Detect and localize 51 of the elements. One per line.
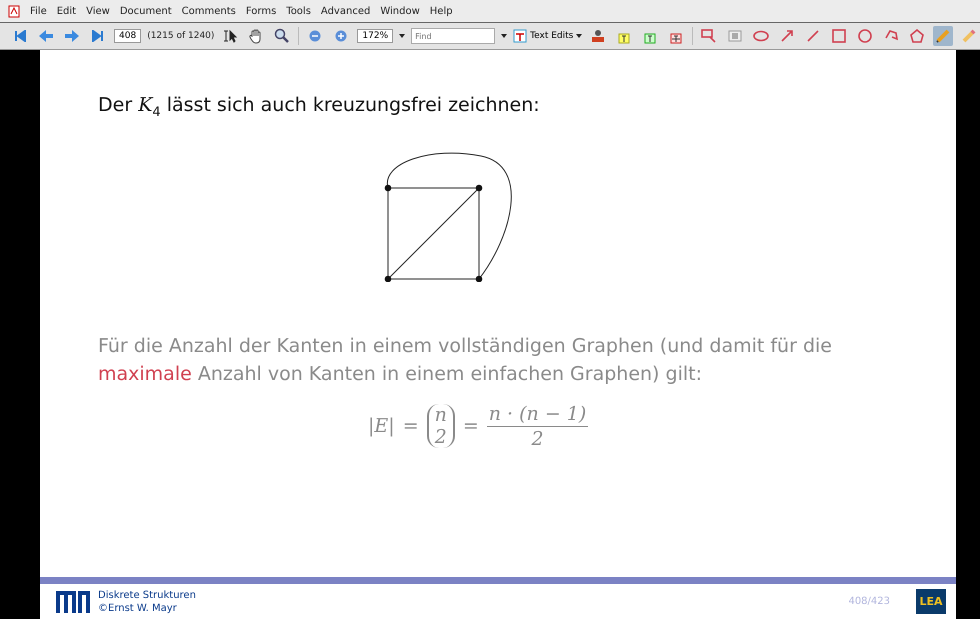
slide-heading: Der K$_{4}$ lässt sich auch kreuzungsfrei zeichnen: — [98, 94, 541, 120]
lea-logo: LEA — [916, 589, 946, 614]
text-box-icon — [728, 30, 742, 42]
last-page-icon — [92, 30, 104, 42]
graph-vertex — [476, 184, 482, 192]
pdf-icon — [8, 4, 20, 18]
cursor-icon — [222, 29, 238, 43]
left-arrow-icon — [38, 29, 54, 43]
circle-icon — [858, 29, 872, 43]
plus-icon — [335, 30, 348, 42]
author-credit: ©Ernst W. Mayr — [98, 602, 178, 614]
caret-icon[interactable] — [501, 34, 508, 38]
first-page-icon — [14, 30, 26, 42]
slide-paragraph: Für die Anzahl der Kanten in einem vollständigen Graphen (und damit für die maximale Anzahl von Kanten in einem einfachen Graphen) gilt: — [98, 334, 833, 387]
menu-item[interactable]: Comments — [182, 6, 236, 16]
menu-item[interactable]: File — [30, 6, 47, 16]
caret-icon[interactable] — [399, 34, 406, 38]
pentagon-icon — [910, 29, 924, 43]
menu-item[interactable]: Tools — [286, 6, 311, 16]
menu-item[interactable]: Forms — [246, 6, 276, 16]
polyline-icon — [884, 29, 898, 43]
zoom-field[interactable]: 172% — [357, 29, 394, 43]
pencil-icon — [935, 28, 952, 44]
course-title: Diskrete Strukturen — [98, 588, 197, 602]
menu-item[interactable]: Help — [430, 6, 453, 16]
graph-vertex — [476, 276, 482, 282]
menu-item[interactable]: Window — [380, 6, 420, 16]
page-count: (1215 of 1240) — [147, 31, 214, 41]
minus-icon — [309, 30, 322, 42]
text-edit-icon — [513, 29, 528, 43]
menu-item[interactable]: Advanced — [320, 6, 370, 16]
magnifier-icon — [274, 28, 290, 44]
arrow-icon — [780, 29, 794, 43]
cloud-icon — [753, 30, 770, 42]
stamp-icon — [591, 29, 606, 43]
page-number-field[interactable]: 408 — [114, 29, 142, 43]
menu-item[interactable]: Edit — [56, 6, 76, 16]
rectangle-icon — [832, 29, 846, 43]
find-field[interactable]: Find — [411, 28, 496, 44]
menu-item[interactable]: View — [86, 6, 110, 16]
note-icon — [701, 29, 718, 43]
text-edits-button[interactable]: Text Edits — [513, 29, 582, 43]
right-arrow-icon — [64, 29, 80, 43]
eraser-icon — [961, 28, 978, 44]
graph-vertex — [384, 276, 392, 282]
university-logo — [56, 590, 90, 612]
menu-item[interactable]: Document — [120, 6, 172, 16]
caret-icon — [576, 34, 582, 38]
line-icon — [806, 29, 820, 43]
graph-vertex — [384, 184, 392, 192]
slide-number: 408/423 — [848, 596, 890, 607]
